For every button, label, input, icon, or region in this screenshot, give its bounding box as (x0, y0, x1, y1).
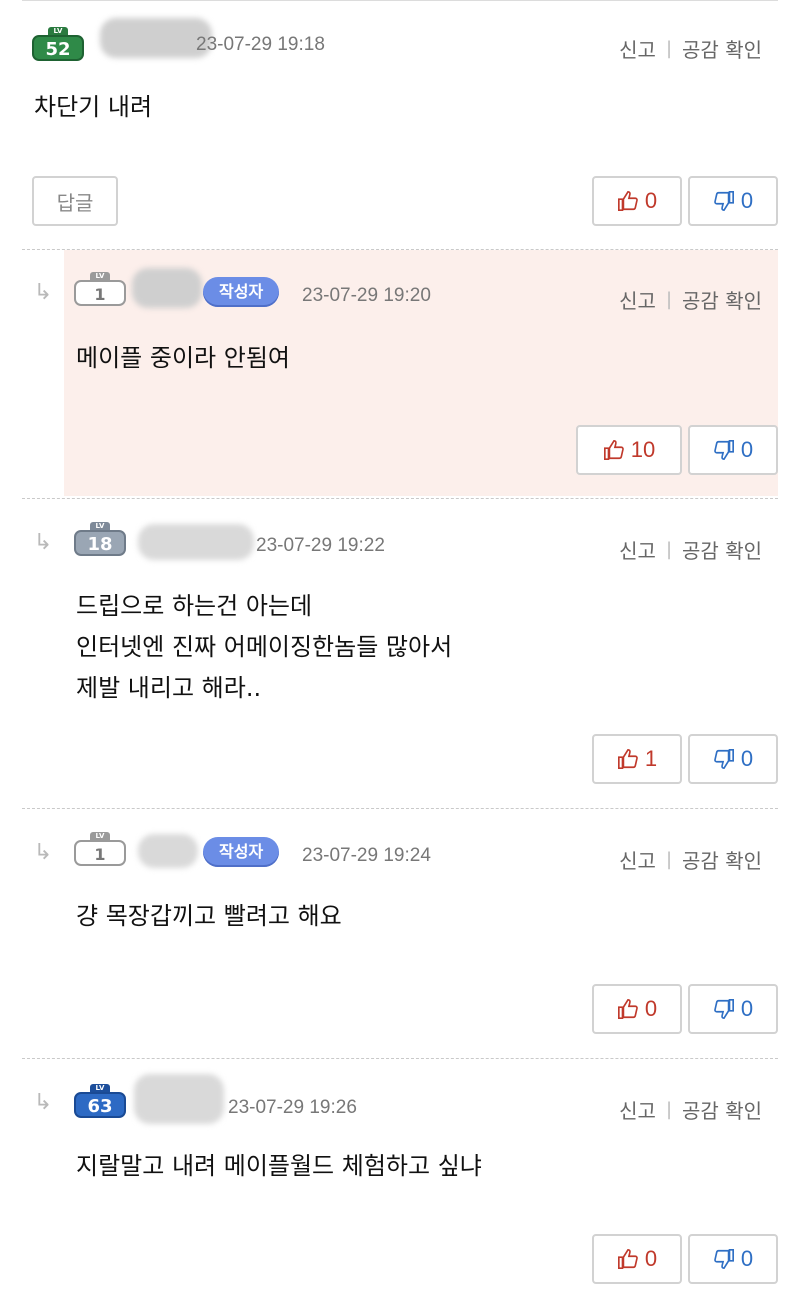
thumbs-up-icon (617, 1249, 638, 1269)
username-blurred[interactable] (134, 1074, 224, 1124)
like-count: 1 (644, 746, 658, 771)
thumbs-up-icon (617, 999, 638, 1019)
like-count: 0 (644, 188, 658, 213)
action-divider: | (665, 38, 673, 59)
comment-text: 드립으로 하는건 아는데 인터넷엔 진짜 어메이징한놈들 많아서 제발 내리고 … (76, 586, 452, 709)
comment-text: 차단기 내려 (34, 87, 152, 128)
dislike-button[interactable]: 0 (688, 734, 778, 784)
level-number: 1 (74, 840, 126, 866)
comment-date: 23-07-29 19:22 (256, 535, 385, 556)
level-number: 18 (74, 530, 126, 556)
comment-date: 23-07-29 19:18 (196, 34, 325, 55)
like-button[interactable]: 10 (576, 425, 682, 475)
username-blurred[interactable] (132, 268, 202, 308)
like-count: 0 (644, 1246, 658, 1271)
report-link[interactable]: 신고 (619, 285, 656, 314)
level-badge: LV 18 (74, 522, 126, 556)
comment-text: 걍 목장갑끼고 빨려고 해요 (76, 896, 342, 937)
report-link[interactable]: 신고 (619, 34, 656, 63)
report-link[interactable]: 신고 (619, 535, 656, 564)
comment-divider (22, 808, 778, 809)
report-link[interactable]: 신고 (619, 845, 656, 874)
comment-actions: 신고 | 공감 확인 (619, 535, 762, 564)
dislike-button[interactable]: 0 (688, 1234, 778, 1284)
level-badge: LV 63 (74, 1084, 126, 1118)
thumbs-down-icon (714, 1249, 734, 1269)
comment-actions: 신고 | 공감 확인 (619, 34, 762, 63)
action-divider: | (665, 1099, 673, 1120)
dislike-count: 0 (740, 1246, 754, 1271)
comment-divider (22, 498, 778, 499)
check-likes-link[interactable]: 공감 확인 (682, 535, 762, 564)
thumbs-down-icon (714, 440, 734, 460)
author-badge: 작성자 (203, 277, 280, 307)
reply-button[interactable]: 답글 (32, 176, 118, 226)
comment-line: 드립으로 하는건 아는데 (76, 592, 313, 620)
dislike-count: 0 (740, 437, 754, 462)
thumbs-down-icon (714, 749, 734, 769)
check-likes-link[interactable]: 공감 확인 (682, 285, 762, 314)
reply-arrow-icon: ↳ (33, 1090, 53, 1115)
comment-line: 제발 내리고 해라.. (76, 674, 262, 702)
dislike-count: 0 (740, 188, 754, 213)
like-button[interactable]: 0 (592, 1234, 682, 1284)
level-badge: LV 1 (74, 832, 126, 866)
comment-reply: ↳ LV 1 작성자 23-07-29 19:24 신고 | 공감 확인 걍 목… (22, 810, 778, 1056)
level-number: 1 (74, 280, 126, 306)
like-button[interactable]: 0 (592, 984, 682, 1034)
reply-arrow-icon: ↳ (33, 530, 53, 555)
thumbs-up-icon (617, 749, 638, 769)
comment-reply: ↳ LV 18 23-07-29 19:22 신고 | 공감 확인 드립으로 하… (22, 500, 778, 806)
thumbs-up-icon (617, 191, 638, 211)
top-divider (22, 0, 778, 1)
check-likes-link[interactable]: 공감 확인 (682, 1095, 762, 1124)
reply-arrow-icon: ↳ (33, 280, 53, 305)
comment-divider (22, 1058, 778, 1059)
comment-actions: 신고 | 공감 확인 (619, 285, 762, 314)
report-link[interactable]: 신고 (619, 1095, 656, 1124)
comment-date: 23-07-29 19:20 (302, 285, 431, 306)
comment-line: 지랄말고 내려 메이플월드 체험하고 싶냐 (76, 1152, 482, 1180)
level-number: 52 (32, 35, 84, 61)
comment-line: 차단기 내려 (34, 93, 153, 121)
comment-text: 지랄말고 내려 메이플월드 체험하고 싶냐 (76, 1146, 482, 1187)
level-number: 63 (74, 1092, 126, 1118)
comment-actions: 신고 | 공감 확인 (619, 845, 762, 874)
thumbs-down-icon (714, 999, 734, 1019)
dislike-button[interactable]: 0 (688, 984, 778, 1034)
username-blurred[interactable] (138, 524, 254, 560)
check-likes-link[interactable]: 공감 확인 (682, 845, 762, 874)
dislike-button[interactable]: 0 (688, 425, 778, 475)
action-divider: | (665, 289, 673, 310)
dislike-button[interactable]: 0 (688, 176, 778, 226)
username-blurred[interactable] (138, 834, 198, 868)
level-badge: LV 52 (32, 27, 84, 61)
thumbs-up-icon (603, 440, 624, 460)
check-likes-link[interactable]: 공감 확인 (682, 34, 762, 63)
dislike-count: 0 (740, 746, 754, 771)
dislike-count: 0 (740, 996, 754, 1021)
comment-reply: ↳ LV 1 작성자 23-07-29 19:20 신고 | 공감 확인 메이플… (22, 250, 778, 496)
like-count: 10 (630, 437, 656, 462)
author-badge: 작성자 (203, 837, 280, 867)
like-button[interactable]: 0 (592, 176, 682, 226)
comment-line: 인터넷엔 진짜 어메이징한놈들 많아서 (76, 633, 453, 661)
comment-text: 메이플 중이라 안됨여 (76, 338, 290, 379)
like-button[interactable]: 1 (592, 734, 682, 784)
comment-actions: 신고 | 공감 확인 (619, 1095, 762, 1124)
comment: LV 52 23-07-29 19:18 신고 | 공감 확인 차단기 내려 답… (22, 12, 778, 246)
comment-reply: ↳ LV 63 23-07-29 19:26 신고 | 공감 확인 지랄말고 내… (22, 1060, 778, 1304)
thumbs-down-icon (714, 191, 734, 211)
comment-date: 23-07-29 19:26 (228, 1097, 357, 1118)
action-divider: | (665, 849, 673, 870)
comment-date: 23-07-29 19:24 (302, 845, 431, 866)
level-badge: LV 1 (74, 272, 126, 306)
action-divider: | (665, 539, 673, 560)
comment-line: 걍 목장갑끼고 빨려고 해요 (76, 902, 342, 930)
reply-arrow-icon: ↳ (33, 840, 53, 865)
comment-line: 메이플 중이라 안됨여 (76, 344, 290, 372)
like-count: 0 (644, 996, 658, 1021)
